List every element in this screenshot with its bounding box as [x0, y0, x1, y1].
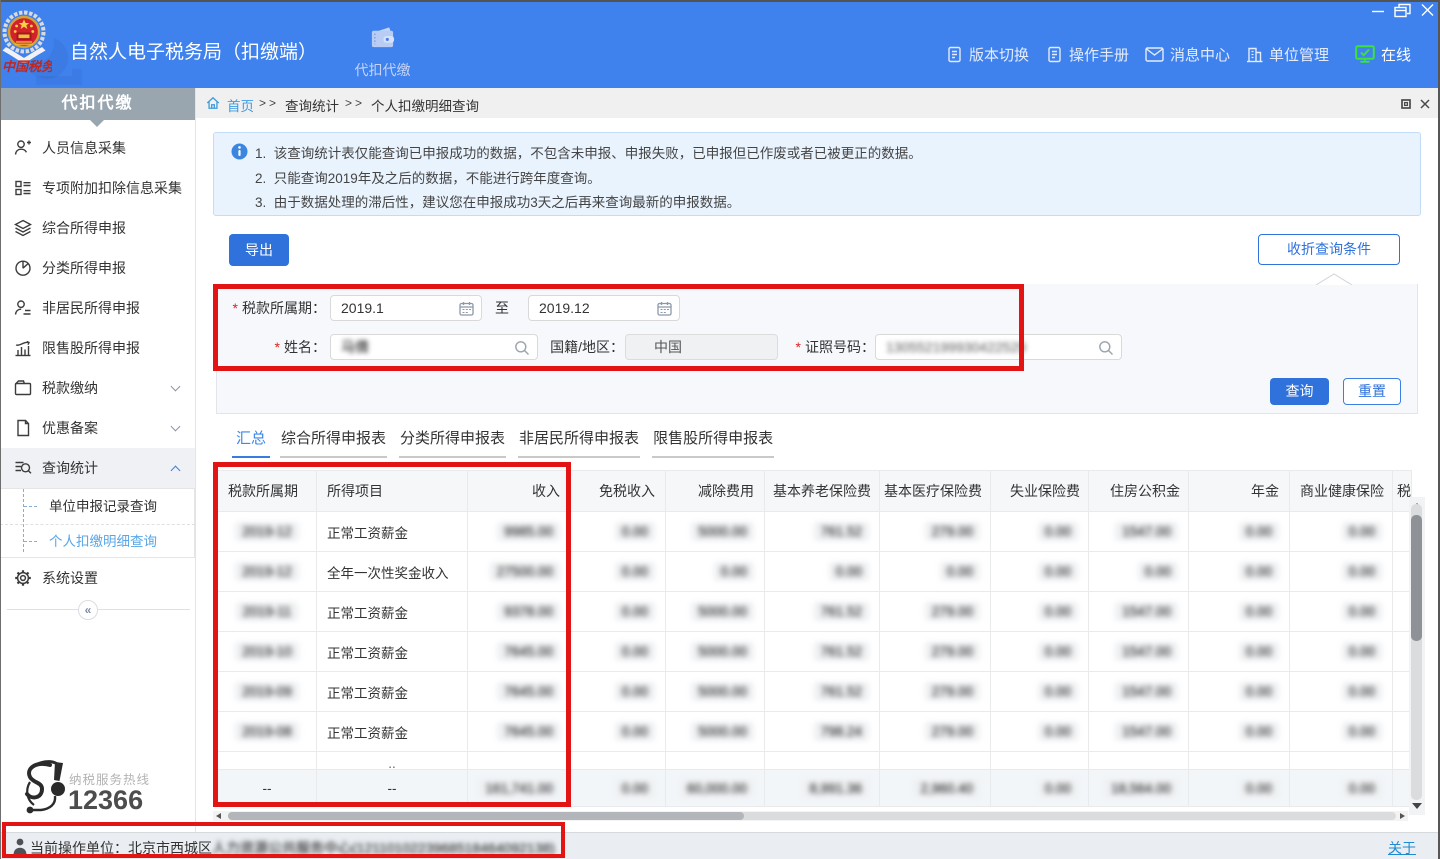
- svg-text:中国税务: 中国税务: [2, 59, 52, 74]
